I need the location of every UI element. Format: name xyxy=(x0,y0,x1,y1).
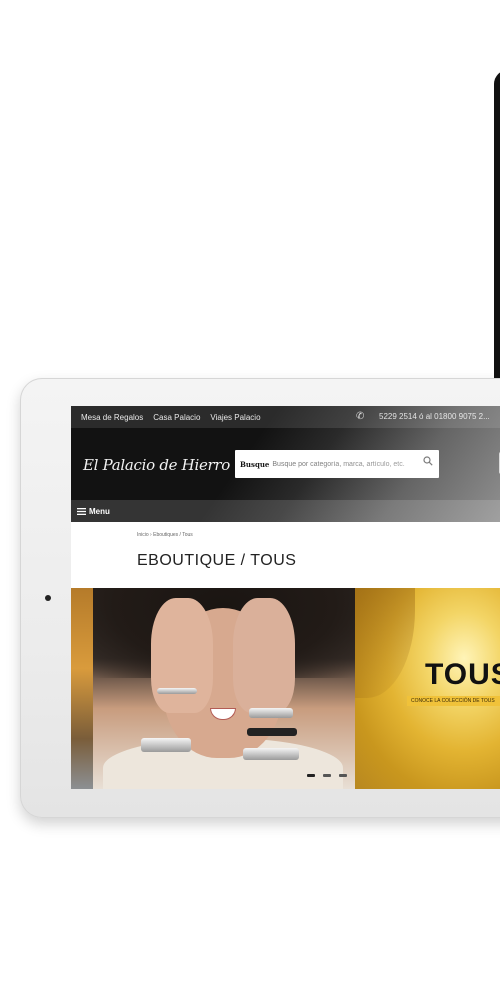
hamburger-icon[interactable] xyxy=(77,507,86,515)
link-casa-palacio[interactable]: Casa Palacio xyxy=(153,413,200,422)
search-box[interactable]: Busque xyxy=(235,450,439,478)
previous-slide-preview[interactable] xyxy=(71,588,93,789)
search-icon[interactable] xyxy=(423,456,433,466)
tous-panel: TOUS CONOCE LA COLECCIÓN DE TOUS xyxy=(355,588,500,789)
hero-photo xyxy=(93,588,355,789)
search-label: Busque xyxy=(240,459,270,469)
bracelet-shape xyxy=(249,708,293,718)
utility-bar: Mesa de Regalos Casa Palacio Viajes Pala… xyxy=(71,406,500,428)
carousel-dots xyxy=(307,774,347,777)
bracelet-shape xyxy=(247,728,297,736)
menu-bar[interactable]: Menu xyxy=(71,500,500,522)
background-device-edge xyxy=(494,70,500,400)
left-hand-shape xyxy=(151,598,213,713)
page-title: EBOUTIQUE / TOUS xyxy=(137,552,297,569)
carousel-dot[interactable] xyxy=(323,774,331,777)
tablet-screen: Mesa de Regalos Casa Palacio Viajes Pala… xyxy=(71,406,500,789)
breadcrumb[interactable]: Inicio › Eboutiques / Tous xyxy=(137,532,193,538)
site-logo[interactable]: El Palacio de Hierro xyxy=(83,456,230,474)
page: Mesa de Regalos Casa Palacio Viajes Pala… xyxy=(0,0,500,1000)
site-header: El Palacio de Hierro Busque xyxy=(71,428,500,500)
menu-label[interactable]: Menu xyxy=(89,507,110,516)
camera-icon xyxy=(45,595,51,601)
link-viajes-palacio[interactable]: Viajes Palacio xyxy=(210,413,260,422)
hero-banner[interactable]: TOUS CONOCE LA COLECCIÓN DE TOUS xyxy=(71,588,500,789)
bracelet-shape xyxy=(157,688,197,694)
link-mesa-de-regalos[interactable]: Mesa de Regalos xyxy=(81,413,143,422)
phone-icon: ✆ xyxy=(356,411,365,422)
palm-shape xyxy=(355,588,415,698)
bracelet-shape xyxy=(141,738,191,752)
tous-brand-title: TOUS xyxy=(425,658,500,691)
search-input[interactable] xyxy=(272,460,423,468)
carousel-dot[interactable] xyxy=(307,774,315,777)
right-hand-shape xyxy=(233,598,295,713)
phone-number: 5229 2514 ó al 01800 9075 2... xyxy=(379,412,490,421)
tous-tagline[interactable]: CONOCE LA COLECCIÓN DE TOUS xyxy=(407,696,500,706)
bracelet-shape xyxy=(243,748,299,760)
carousel-dot[interactable] xyxy=(339,774,347,777)
